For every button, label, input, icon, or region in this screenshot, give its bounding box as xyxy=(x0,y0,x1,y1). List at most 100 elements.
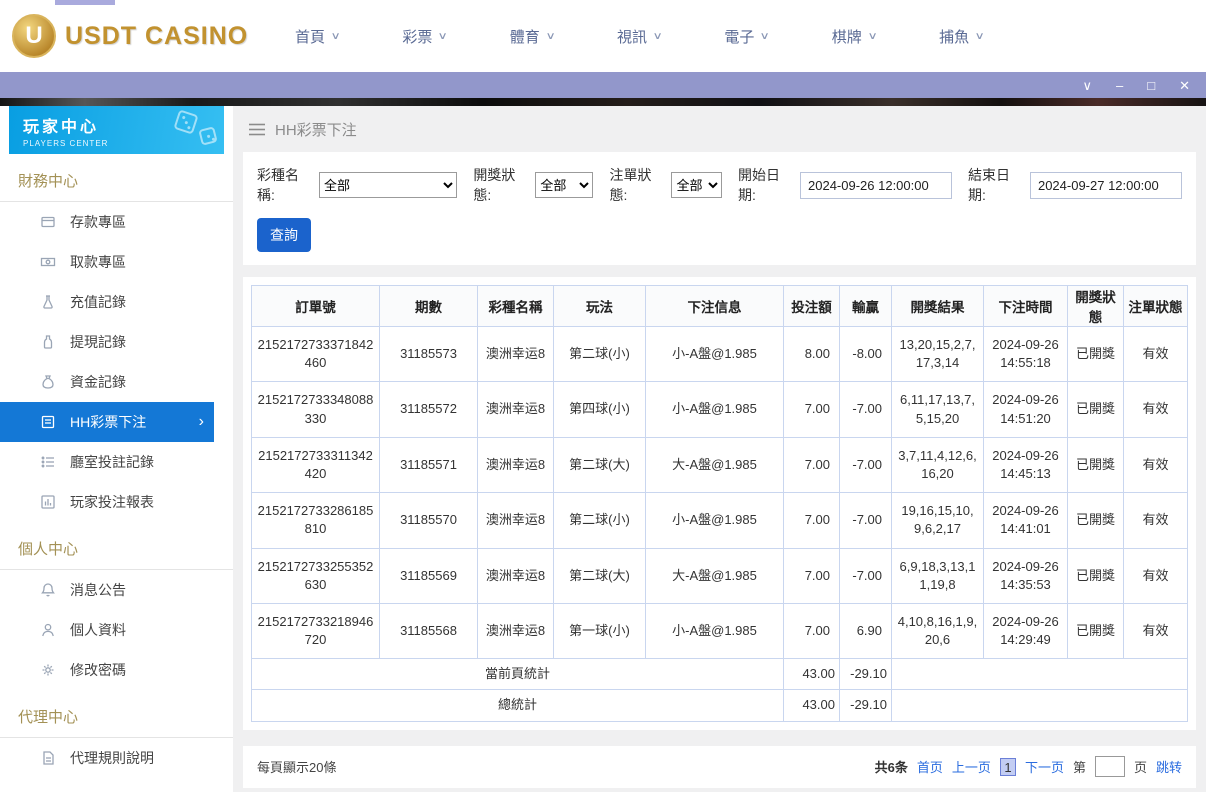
order-status-filter-label: 注單狀態: xyxy=(609,167,652,203)
total-summary-winloss: -29.10 xyxy=(839,689,892,722)
lottery-filter-label: 彩種名稱: xyxy=(257,167,299,203)
cell-draw_status: 已開獎 xyxy=(1067,492,1124,549)
cell-play: 第二球(大) xyxy=(553,547,646,604)
col-bet-info: 下注信息 xyxy=(645,285,784,327)
sidebar-item-change-password[interactable]: 修改密碼 xyxy=(0,650,233,690)
page-summary-amount: 43.00 xyxy=(783,658,840,691)
page-summary-row: 當前頁統計 43.00 -29.10 xyxy=(251,658,1188,691)
nav-item-electronic[interactable]: 電子 ∨ xyxy=(724,26,771,47)
sidebar-item-withdraw[interactable]: 取款專區 xyxy=(0,242,233,282)
section-finance: 財務中心 xyxy=(0,170,233,202)
cell-lottery: 澳洲幸运8 xyxy=(477,547,554,604)
first-page-link[interactable]: 首页 xyxy=(917,757,943,776)
draw-status-filter-label: 開獎狀態: xyxy=(473,167,516,203)
sidebar-item-deposit[interactable]: 存款專區 xyxy=(0,202,233,242)
cell-winloss: -7.00 xyxy=(839,381,892,438)
draw-status-select[interactable]: 全部 xyxy=(535,172,594,198)
menu-icon[interactable] xyxy=(249,123,265,136)
sidebar-item-player-bet-report[interactable]: 玩家投注報表 xyxy=(0,482,233,522)
table-summary: 當前頁統計 43.00 -29.10 總統計 43.00 -29.10 xyxy=(251,658,1188,722)
sidebar: 玩家中心 PLAYERS CENTER 財務中心 存款專區 取款專區 充值記錄 … xyxy=(0,106,233,792)
decorative-strip xyxy=(0,98,1206,106)
lottery-select[interactable]: 全部 xyxy=(318,172,458,198)
chevron-down-icon: ∨ xyxy=(545,30,556,42)
personal-menu: 消息公告 個人資料 修改密碼 xyxy=(0,570,233,690)
sidebar-item-recharge-record[interactable]: 充值記錄 xyxy=(0,282,233,322)
cell-draw_status: 已開獎 xyxy=(1067,381,1124,438)
nav-item-lottery[interactable]: 彩票 ∨ xyxy=(402,26,448,47)
prev-page-link[interactable]: 上一页 xyxy=(952,757,991,776)
page-summary-empty xyxy=(891,658,1188,691)
current-page[interactable]: 1 xyxy=(999,757,1016,776)
bottle-icon xyxy=(43,335,53,349)
cell-result: 6,9,18,3,13,11,19,8 xyxy=(891,547,984,604)
page-jump-input[interactable] xyxy=(1094,756,1125,778)
cell-order: 2152172733218946720 xyxy=(251,602,380,660)
sidebar-item-funds-record[interactable]: 資金記錄 xyxy=(0,362,233,402)
logo[interactable]: U USDT CASINO xyxy=(12,14,257,58)
search-button[interactable]: 查詢 xyxy=(257,218,311,252)
bell-icon xyxy=(41,583,55,597)
col-amount: 投注額 xyxy=(783,285,840,327)
cell-play: 第二球(小) xyxy=(553,325,646,383)
pager: 共6条 首页 上一页 1 下一页 第 页 跳转 xyxy=(875,756,1182,778)
next-page-link[interactable]: 下一页 xyxy=(1025,757,1064,776)
deposit-icon xyxy=(41,216,55,228)
cell-amount: 7.00 xyxy=(783,492,840,549)
cell-order: 2152172733286185810 xyxy=(251,492,380,549)
sidebar-item-profile[interactable]: 個人資料 xyxy=(0,610,233,650)
cell-order_status: 有效 xyxy=(1123,602,1188,660)
chevron-down-icon: ∨ xyxy=(759,30,771,42)
sidebar-item-announcements[interactable]: 消息公告 xyxy=(0,570,233,610)
bet-list-icon xyxy=(41,415,55,429)
col-result: 開獎結果 xyxy=(891,285,984,327)
chevron-down-icon: ∨ xyxy=(867,30,878,42)
cell-winloss: -7.00 xyxy=(839,436,892,494)
nav-item-boardgames[interactable]: 棋牌 ∨ xyxy=(832,26,878,47)
records-list-icon xyxy=(41,456,54,468)
page-title: HH彩票下注 xyxy=(275,121,357,139)
cell-info: 小-A盤@1.985 xyxy=(645,325,784,383)
chevron-down-icon: ∨ xyxy=(652,30,663,42)
window-dropdown-icon[interactable]: ∨ xyxy=(1082,79,1092,92)
window-minimize-icon[interactable]: – xyxy=(1116,79,1123,92)
flask-icon xyxy=(43,295,53,309)
cell-time: 2024-09-26 14:29:49 xyxy=(983,602,1068,660)
table-row: 2152172733311342420 31185571 澳洲幸运8 第二球(大) 大-… xyxy=(251,436,1188,494)
nav-item-home[interactable]: 首頁 ∨ xyxy=(295,26,341,47)
nav-item-sports[interactable]: 體育 ∨ xyxy=(510,26,556,47)
col-time: 下注時間 xyxy=(983,285,1068,327)
window-close-icon[interactable]: ✕ xyxy=(1179,79,1190,92)
total-summary-empty xyxy=(891,689,1188,722)
cell-period: 31185573 xyxy=(379,325,478,383)
sidebar-item-hh-lottery-bets[interactable]: HH彩票下注 › xyxy=(0,402,214,442)
cell-play: 第一球(小) xyxy=(553,602,646,660)
table-body: 2152172733371842460 31185573 澳洲幸运8 第二球(小) 小-… xyxy=(251,325,1188,660)
cell-order_status: 有效 xyxy=(1123,381,1188,438)
cell-order: 2152172733311342420 xyxy=(251,436,380,494)
window-maximize-icon[interactable]: □ xyxy=(1147,79,1155,92)
col-order-status: 注單狀態 xyxy=(1123,285,1188,327)
cell-order_status: 有效 xyxy=(1123,547,1188,604)
sidebar-item-hall-bet-records[interactable]: 廳室投註記錄 xyxy=(0,442,233,482)
nav-item-fishing[interactable]: 捕魚 ∨ xyxy=(939,26,985,47)
cell-info: 小-A盤@1.985 xyxy=(645,381,784,438)
order-status-select[interactable]: 全部 xyxy=(671,172,723,198)
sidebar-item-agent-rules[interactable]: 代理規則說明 xyxy=(0,738,233,778)
cell-result: 19,16,15,10,9,6,2,17 xyxy=(891,492,984,549)
sidebar-item-withdrawal-record[interactable]: 提現記錄 xyxy=(0,322,233,362)
cell-winloss: -7.00 xyxy=(839,547,892,604)
gear-icon xyxy=(42,664,54,676)
total-summary-amount: 43.00 xyxy=(783,689,840,722)
cell-info: 大-A盤@1.985 xyxy=(645,436,784,494)
end-date-input[interactable] xyxy=(1029,171,1182,199)
cell-period: 31185571 xyxy=(379,436,478,494)
dice-icon xyxy=(164,109,218,154)
jump-link[interactable]: 跳转 xyxy=(1156,757,1182,776)
nav-item-video[interactable]: 視訊 ∨ xyxy=(617,26,663,47)
start-date-input[interactable] xyxy=(800,171,952,199)
section-agent: 代理中心 xyxy=(0,706,233,738)
cell-order_status: 有效 xyxy=(1123,325,1188,383)
cell-time: 2024-09-26 14:55:18 xyxy=(983,325,1068,383)
filter-panel: 彩種名稱: 全部 開獎狀態: 全部 注單狀態: 全部 開始日期: 結束日期: 查… xyxy=(243,152,1196,265)
